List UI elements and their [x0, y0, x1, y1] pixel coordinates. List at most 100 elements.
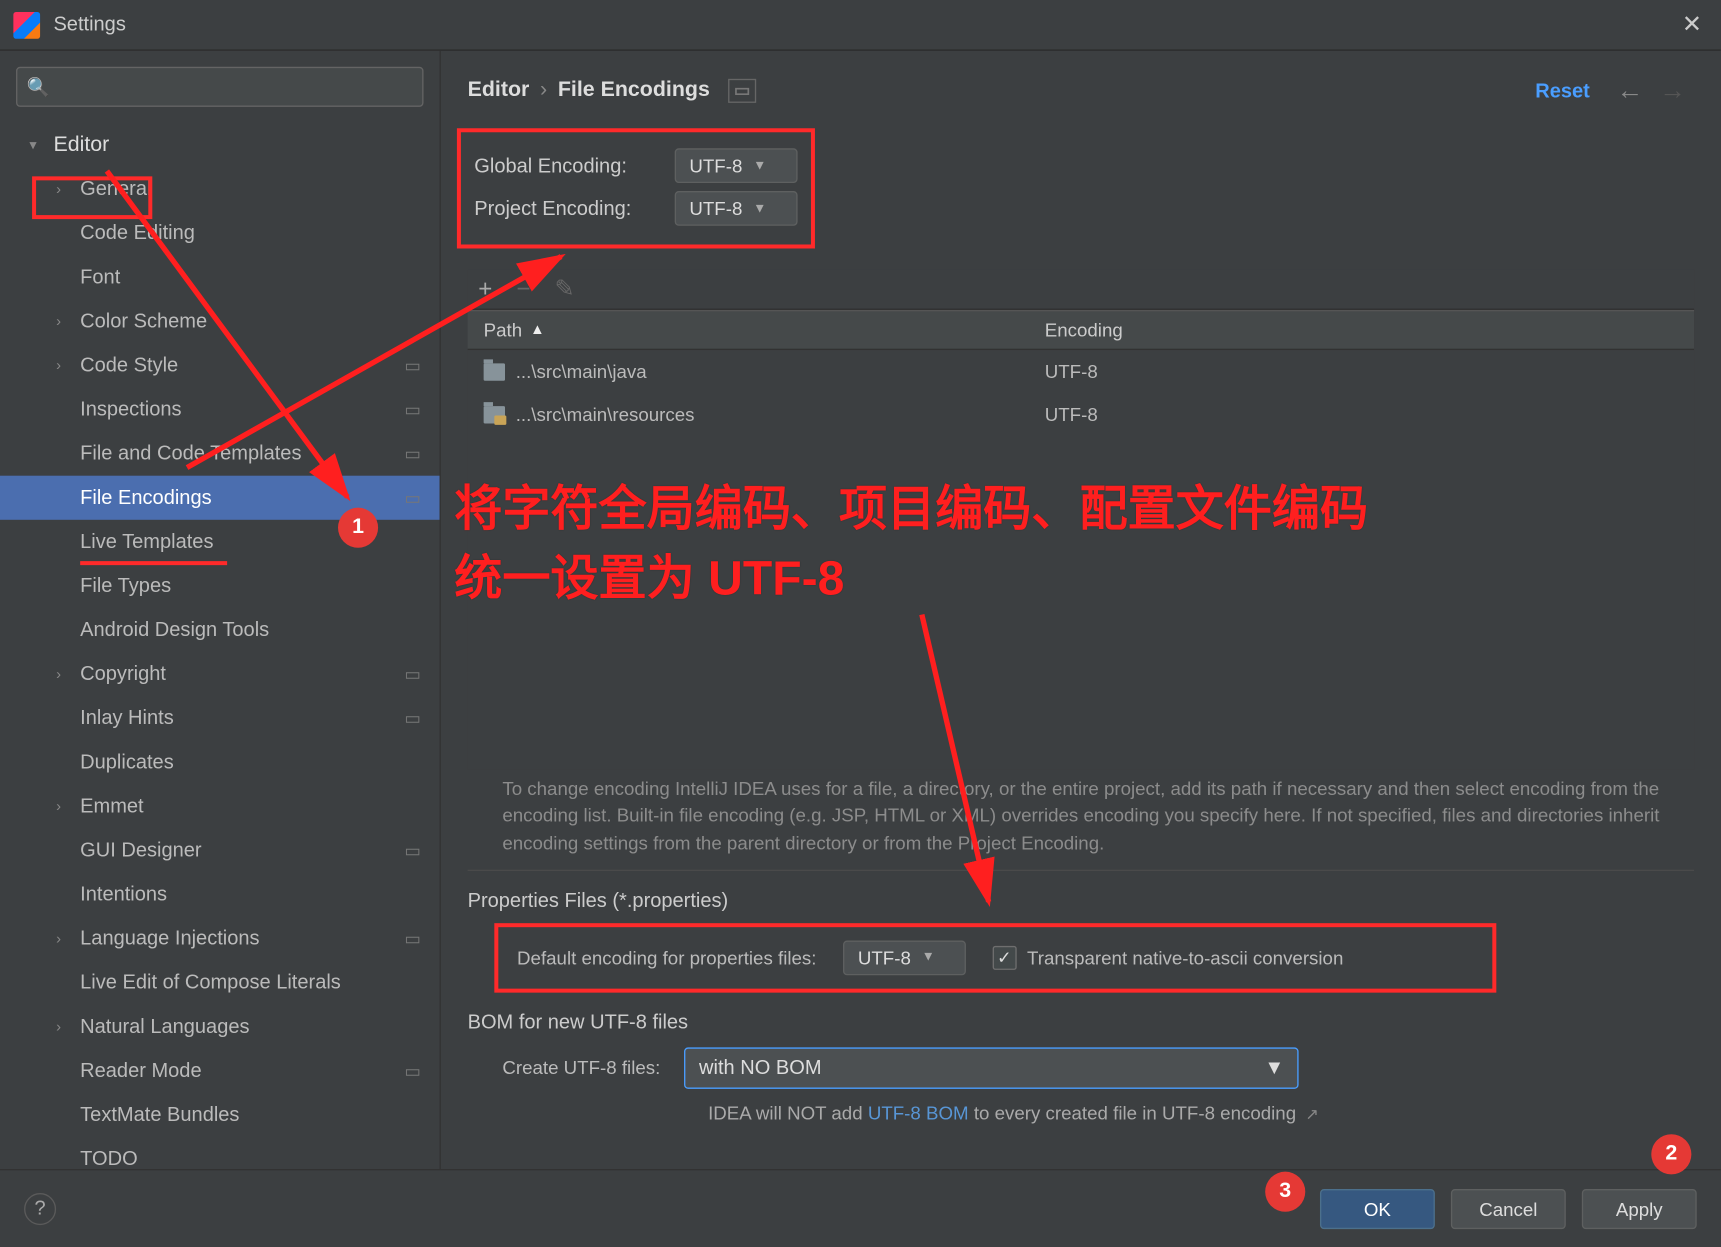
search-input[interactable]	[16, 67, 423, 107]
sidebar-item-intentions[interactable]: Intentions	[0, 872, 440, 916]
bom-select[interactable]: with NO BOM ▼	[684, 1047, 1299, 1088]
window-title: Settings	[53, 13, 1676, 36]
encoding-table: + − ✎ Path ▲ Encoding ...\src\main\java U…	[468, 270, 1694, 770]
sidebar-item-label: Font	[80, 266, 120, 289]
cell-encoding: UTF-8	[1029, 361, 1694, 382]
sidebar-item-label: Reader Mode	[80, 1059, 201, 1082]
cell-path: ...\src\main\resources	[516, 403, 695, 424]
nav-forward-icon: →	[1651, 75, 1694, 106]
sidebar-item-label: Duplicates	[80, 751, 174, 774]
sidebar-item-duplicates[interactable]: Duplicates	[0, 740, 440, 784]
cancel-button[interactable]: Cancel	[1451, 1188, 1566, 1228]
bom-label: Create UTF-8 files:	[502, 1057, 660, 1078]
sidebar-item-font[interactable]: Font	[0, 255, 440, 299]
sidebar-item-file-types[interactable]: File Types	[0, 564, 440, 608]
props-encoding-select[interactable]: UTF-8 ▼	[843, 940, 965, 975]
project-scope-icon: ▭	[404, 840, 420, 861]
project-scope-icon: ▭	[404, 487, 420, 508]
cell-path: ...\src\main\java	[516, 361, 647, 382]
sidebar-item-label: File Encodings	[80, 486, 211, 509]
add-icon[interactable]: +	[478, 275, 492, 303]
tree-root-editor[interactable]: ▾ Editor	[0, 123, 440, 167]
bom-value: with NO BOM	[699, 1057, 821, 1080]
chevron-right-icon: ›	[56, 931, 61, 947]
sidebar-item-color-scheme[interactable]: ›Color Scheme	[0, 299, 440, 343]
sidebar-item-todo[interactable]: TODO	[0, 1137, 440, 1169]
sidebar-item-label: Live Templates	[80, 530, 213, 553]
breadcrumb-root[interactable]: Editor	[468, 79, 530, 103]
reset-button[interactable]: Reset	[1535, 79, 1590, 102]
sidebar-item-label: Natural Languages	[80, 1015, 249, 1038]
project-scope-icon: ▭	[404, 443, 420, 464]
annotation-badge-3: 3	[1265, 1172, 1305, 1212]
settings-tree[interactable]: ▾ Editor ›GeneralCode EditingFont›Color …	[0, 123, 440, 1169]
global-encoding-select[interactable]: UTF-8 ▼	[675, 148, 797, 183]
sidebar-item-label: Color Scheme	[80, 310, 207, 333]
folder-icon	[484, 363, 505, 380]
sidebar-item-code-editing[interactable]: Code Editing	[0, 211, 440, 255]
caret-down-icon: ▼	[1264, 1057, 1284, 1080]
ok-button[interactable]: OK	[1320, 1188, 1435, 1228]
sidebar-item-file-and-code-templates[interactable]: File and Code Templates ▭	[0, 432, 440, 476]
annotation-highlight-properties: Default encoding for properties files: U…	[494, 923, 1496, 992]
col-header-encoding[interactable]: Encoding	[1029, 319, 1694, 340]
chevron-right-icon: ›	[56, 357, 61, 373]
transparent-ascii-label: Transparent native-to-ascii conversion	[1027, 947, 1343, 968]
annotation-badge-2: 2	[1651, 1134, 1691, 1174]
chevron-right-icon: ›	[56, 1019, 61, 1035]
sidebar-item-code-style[interactable]: ›Code Style▭	[0, 343, 440, 387]
sidebar-item-live-edit-of-compose-literals[interactable]: Live Edit of Compose Literals	[0, 961, 440, 1005]
sidebar-item-label: Intentions	[80, 883, 167, 906]
dialog-footer: ? OK Cancel Apply	[0, 1169, 1721, 1246]
external-link-icon: ↗	[1305, 1105, 1318, 1124]
props-encoding-label: Default encoding for properties files:	[517, 947, 816, 968]
sidebar-item-label: File and Code Templates	[80, 442, 301, 465]
sidebar-item-inspections[interactable]: Inspections ▭	[0, 387, 440, 431]
edit-icon: ✎	[554, 275, 574, 303]
project-encoding-select[interactable]: UTF-8 ▼	[675, 191, 797, 226]
help-text: To change encoding IntelliJ IDEA uses fo…	[468, 770, 1694, 871]
sidebar-item-label: General	[80, 178, 151, 201]
table-row[interactable]: ...\src\main\resourcesUTF-8	[468, 393, 1694, 436]
global-encoding-label: Global Encoding:	[474, 154, 674, 177]
app-logo-icon	[13, 11, 40, 38]
nav-back-icon[interactable]: ←	[1609, 75, 1652, 106]
sidebar-item-gui-designer[interactable]: GUI Designer ▭	[0, 828, 440, 872]
project-scope-icon: ▭	[404, 399, 420, 420]
apply-button[interactable]: Apply	[1582, 1188, 1697, 1228]
sidebar-item-label: TODO	[80, 1148, 138, 1169]
sidebar-item-label: Inspections	[80, 398, 181, 421]
caret-down-icon: ▼	[753, 158, 766, 173]
sidebar-item-language-injections[interactable]: › Language Injections ▭	[0, 916, 440, 960]
tree-root-label: Editor	[53, 133, 109, 157]
caret-down-icon: ▼	[922, 950, 935, 965]
sidebar-item-android-design-tools[interactable]: Android Design Tools	[0, 608, 440, 652]
sidebar-item-label: Language Injections	[80, 927, 259, 950]
sidebar-item-inlay-hints[interactable]: Inlay Hints▭	[0, 696, 440, 740]
sidebar-item-reader-mode[interactable]: Reader Mode▭	[0, 1049, 440, 1093]
breadcrumb: Editor › File Encodings ▭	[468, 79, 756, 103]
sort-asc-icon: ▲	[530, 322, 545, 338]
sidebar-item-label: GUI Designer	[80, 839, 201, 862]
sidebar-item-textmate-bundles[interactable]: TextMate Bundles	[0, 1093, 440, 1137]
table-toolbar: + − ✎	[468, 270, 1694, 310]
table-row[interactable]: ...\src\main\java UTF-8	[468, 350, 1694, 393]
caret-down-icon: ▼	[753, 201, 766, 216]
transparent-ascii-checkbox[interactable]: ✓	[992, 946, 1016, 970]
sidebar-item-file-encodings[interactable]: File Encodings ▭	[0, 476, 440, 520]
props-encoding-value: UTF-8	[858, 947, 911, 968]
sidebar-item-label: Code Editing	[80, 222, 195, 245]
sidebar-item-emmet[interactable]: ›Emmet	[0, 784, 440, 828]
close-icon[interactable]: ✕	[1677, 5, 1708, 44]
project-scope-icon: ▭	[404, 928, 420, 949]
sidebar-item-general[interactable]: ›General	[0, 167, 440, 211]
utf8-bom-link[interactable]: UTF-8 BOM	[868, 1102, 969, 1123]
sidebar-item-copyright[interactable]: ›Copyright▭	[0, 652, 440, 696]
help-icon[interactable]: ?	[24, 1192, 56, 1224]
annotation-highlight-encoding: Global Encoding: UTF-8 ▼ Project Encodin…	[457, 128, 814, 248]
col-header-path[interactable]: Path ▲	[468, 319, 1029, 340]
chevron-right-icon: ›	[56, 798, 61, 814]
global-encoding-value: UTF-8	[689, 155, 742, 176]
sidebar-item-natural-languages[interactable]: › Natural Languages	[0, 1005, 440, 1049]
project-scope-icon: ▭	[404, 355, 420, 376]
